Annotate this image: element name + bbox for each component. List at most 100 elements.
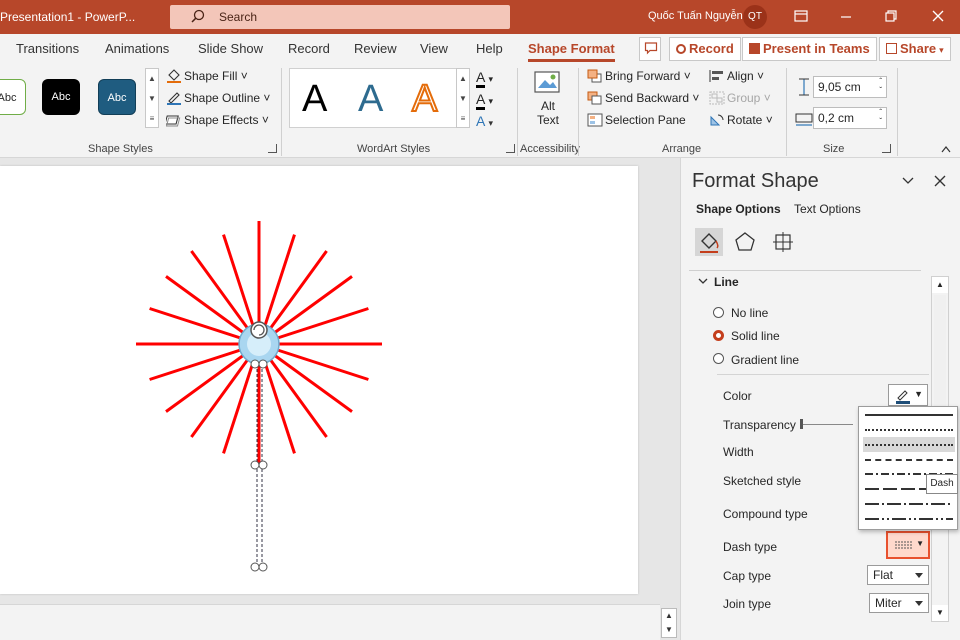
color-label: Color: [723, 389, 752, 403]
wordart-black[interactable]: A: [302, 79, 327, 119]
shape-outline-button[interactable]: Shape Outline ˅: [166, 91, 270, 105]
tab-text-options[interactable]: Text Options: [794, 202, 861, 216]
wordart-scroll[interactable]: ▲ ▼ ≡: [456, 68, 470, 128]
shape-effects-icon: [166, 115, 181, 127]
width-spinner-icon[interactable]: ˆˇ: [879, 108, 882, 126]
user-name[interactable]: Quốc Tuấn Nguyễn: [648, 10, 743, 22]
shape-fill-button[interactable]: Shape Fill ˅: [166, 69, 248, 83]
dash-option-long-dash-dot[interactable]: [863, 497, 955, 512]
tab-shape-format[interactable]: Shape Format: [528, 41, 615, 62]
transparency-slider[interactable]: [801, 424, 853, 425]
slide[interactable]: [0, 166, 638, 594]
alt-text-label-1: Alt: [540, 99, 555, 113]
selection-pane-button[interactable]: Selection Pane: [587, 113, 686, 127]
size-properties-icon[interactable]: [771, 230, 795, 254]
shape-height-input[interactable]: 9,05 cm ˆˇ: [813, 76, 887, 98]
wordart-blue[interactable]: A: [358, 79, 383, 119]
color-picker-button[interactable]: ▼: [888, 384, 928, 406]
chevron-down-icon: ▼: [914, 389, 923, 399]
solid-line-label[interactable]: Solid line: [731, 329, 780, 343]
bring-forward-label: Bring Forward: [605, 69, 681, 83]
height-spinner-icon[interactable]: ˆˇ: [879, 77, 882, 95]
record-button[interactable]: Record: [669, 37, 741, 61]
gradient-line-label[interactable]: Gradient line: [731, 353, 799, 367]
align-button[interactable]: Align ˅: [709, 69, 764, 83]
shape-height-value: 9,05 cm: [818, 80, 861, 94]
bring-forward-button[interactable]: Bring Forward ˅: [587, 69, 691, 83]
alt-text-button[interactable]: Alt Text: [530, 70, 566, 136]
ribbon: Abc Abc Abc ▲ ▼ ≡ Shape Fill ˅ Shape Outli…: [0, 64, 960, 158]
dash-option-long-dash-dot-dot[interactable]: [863, 512, 955, 527]
scroll-down-icon[interactable]: ▼: [932, 605, 948, 621]
search-box[interactable]: Search: [170, 5, 510, 29]
cap-type-select[interactable]: Flat: [867, 565, 929, 585]
shape-styles-launcher-icon[interactable]: [268, 144, 277, 153]
tab-shape-options[interactable]: Shape Options: [696, 202, 781, 216]
wordart-orange-outline[interactable]: A: [411, 78, 438, 120]
transparency-slider-thumb[interactable]: [800, 419, 803, 429]
shape-styles-scroll[interactable]: ▲ ▼ ≡: [145, 68, 159, 128]
join-type-select[interactable]: Miter: [869, 593, 929, 613]
rotate-handle-icon[interactable]: [250, 321, 268, 339]
collapse-ribbon-icon[interactable]: [940, 144, 952, 154]
minimize-icon[interactable]: [836, 6, 856, 26]
radio-gradient-line[interactable]: [713, 353, 724, 364]
radio-solid-line[interactable]: [713, 330, 724, 341]
text-outline-button[interactable]: A ▾: [476, 91, 493, 110]
slide-drawing: [136, 221, 382, 572]
wordart-gallery[interactable]: A A A: [289, 68, 469, 128]
tab-record[interactable]: Record: [288, 41, 330, 56]
size-launcher-icon[interactable]: [882, 144, 891, 153]
shape-style-outline[interactable]: Abc: [0, 79, 26, 115]
scroll-up-icon[interactable]: ▲: [932, 277, 948, 293]
dash-option-round-dot[interactable]: [863, 422, 955, 437]
shape-effects-button[interactable]: Shape Effects ˅: [166, 113, 269, 127]
avatar[interactable]: QT: [743, 5, 767, 29]
text-fill-button[interactable]: A ▾: [476, 69, 493, 88]
tab-review[interactable]: Review: [354, 41, 397, 56]
tab-view[interactable]: View: [420, 41, 448, 56]
dash-option-solid[interactable]: [863, 407, 955, 422]
no-line-label[interactable]: No line: [731, 306, 768, 320]
restore-icon[interactable]: [881, 6, 901, 26]
effects-pentagon-icon[interactable]: [733, 230, 757, 254]
long-dash-dot-pattern: [865, 503, 953, 505]
shape-width-input[interactable]: 0,2 cm ˆˇ: [813, 107, 887, 129]
align-icon: [709, 70, 723, 82]
radio-no-line[interactable]: [713, 307, 724, 318]
tab-help[interactable]: Help: [476, 41, 503, 56]
text-fill-icon: A: [476, 69, 485, 88]
ribbon-display-icon[interactable]: [791, 6, 811, 26]
share-label: Share: [900, 41, 937, 56]
rotate-button[interactable]: Rotate ˅: [709, 113, 773, 127]
tab-slide-show[interactable]: Slide Show: [198, 41, 263, 56]
shape-style-black[interactable]: Abc: [42, 79, 80, 115]
send-backward-button[interactable]: Send Backward ˅: [587, 91, 699, 105]
present-in-teams-button[interactable]: Present in Teams: [742, 37, 877, 61]
notes-area[interactable]: [0, 604, 660, 640]
dash-option-square-dot[interactable]: [863, 437, 955, 452]
join-type-value: Miter: [875, 596, 902, 610]
dash-option-dash[interactable]: [863, 452, 955, 467]
comments-button[interactable]: [639, 37, 661, 61]
shape-style-blue[interactable]: Abc: [98, 79, 136, 115]
text-effects-button[interactable]: A ▾: [476, 113, 493, 129]
tab-transitions[interactable]: Transitions: [16, 41, 79, 56]
tab-animations[interactable]: Animations: [105, 41, 169, 56]
section-line-title[interactable]: Line: [714, 275, 739, 289]
group-label-size: Size: [823, 143, 845, 155]
share-button[interactable]: Share ▾: [879, 37, 951, 61]
group-button[interactable]: Group ˅: [709, 91, 771, 105]
canvas-scrollbar[interactable]: ▲ ▼: [661, 608, 677, 638]
pane-close-icon[interactable]: [934, 175, 946, 187]
dash-type-button[interactable]: ▼: [886, 531, 930, 559]
close-icon[interactable]: [928, 6, 948, 26]
rotate-icon: [710, 114, 724, 126]
fill-line-tab[interactable]: [695, 228, 723, 256]
title-bar: Presentation1 - PowerP... Search Quốc Tu…: [0, 0, 960, 34]
record-label: Record: [689, 41, 734, 56]
paint-bucket-icon: [167, 69, 181, 83]
pane-options-chevron-icon[interactable]: [901, 176, 915, 186]
wordart-launcher-icon[interactable]: [506, 144, 515, 153]
section-collapse-icon[interactable]: [698, 277, 708, 285]
